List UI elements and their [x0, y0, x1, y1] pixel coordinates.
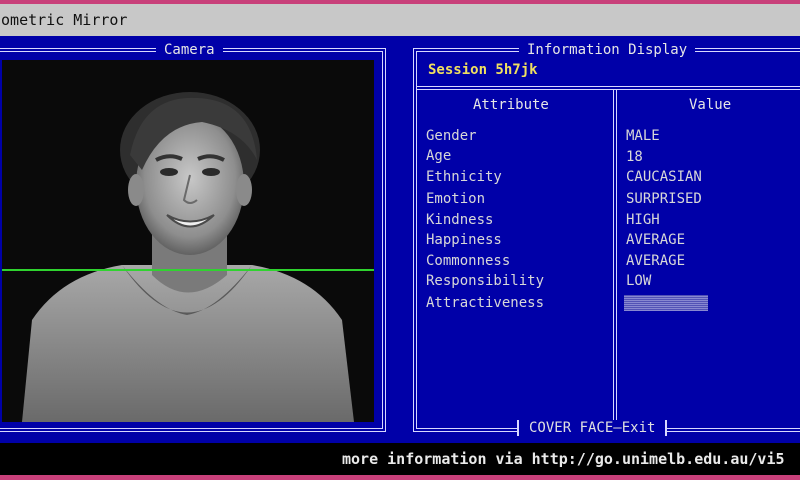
attribute-table: Attribute Value Gender MALE Age 18 Ethni… — [417, 86, 800, 432]
row-label-kindness: Kindness — [426, 212, 494, 228]
row-value-emotion: SURPRISED — [626, 191, 702, 207]
person-portrait — [2, 60, 374, 422]
row-label-commonness: Commonness — [426, 253, 511, 269]
row-label-age: Age — [426, 148, 452, 164]
row-value-responsibility: LOW — [626, 273, 652, 289]
row-value-ethnicity: CAUCASIAN — [626, 169, 702, 185]
footer-info-link[interactable]: more information via http://go.unimelb.e… — [342, 443, 785, 475]
camera-panel-title: Camera — [156, 41, 223, 59]
column-divider — [613, 90, 617, 432]
row-value-happiness: AVERAGE — [626, 232, 686, 248]
value-column-header: Value — [689, 97, 732, 113]
camera-panel: Camera — [0, 41, 386, 432]
row-label-attractiveness: Attractiveness — [426, 295, 545, 311]
bottom-accent-strip — [0, 475, 800, 480]
row-value-commonness: AVERAGE — [626, 253, 686, 269]
session-id: Session 5h7jk — [428, 62, 538, 78]
camera-feed — [2, 60, 374, 422]
scan-line — [2, 269, 374, 271]
exit-hint[interactable]: COVER FACE—Exit — [517, 420, 668, 436]
attribute-column-header: Attribute — [473, 97, 549, 113]
attractiveness-processing-bar — [624, 295, 708, 311]
information-panel-title: Information Display — [519, 41, 696, 59]
window-title: iometric Mirror — [0, 11, 128, 29]
row-label-responsibility: Responsibility — [426, 273, 545, 289]
row-label-ethnicity: Ethnicity — [426, 169, 502, 185]
row-value-gender: MALE — [626, 128, 660, 144]
row-label-gender: Gender — [426, 128, 477, 144]
row-value-kindness: HIGH — [626, 212, 660, 228]
footer-bar: more information via http://go.unimelb.e… — [0, 443, 800, 475]
row-value-age: 18 — [626, 149, 643, 165]
row-label-happiness: Happiness — [426, 232, 502, 248]
information-panel: Information Display Session 5h7jk Attrib… — [413, 41, 800, 432]
row-label-emotion: Emotion — [426, 191, 486, 207]
window-titlebar: iometric Mirror — [0, 4, 800, 36]
